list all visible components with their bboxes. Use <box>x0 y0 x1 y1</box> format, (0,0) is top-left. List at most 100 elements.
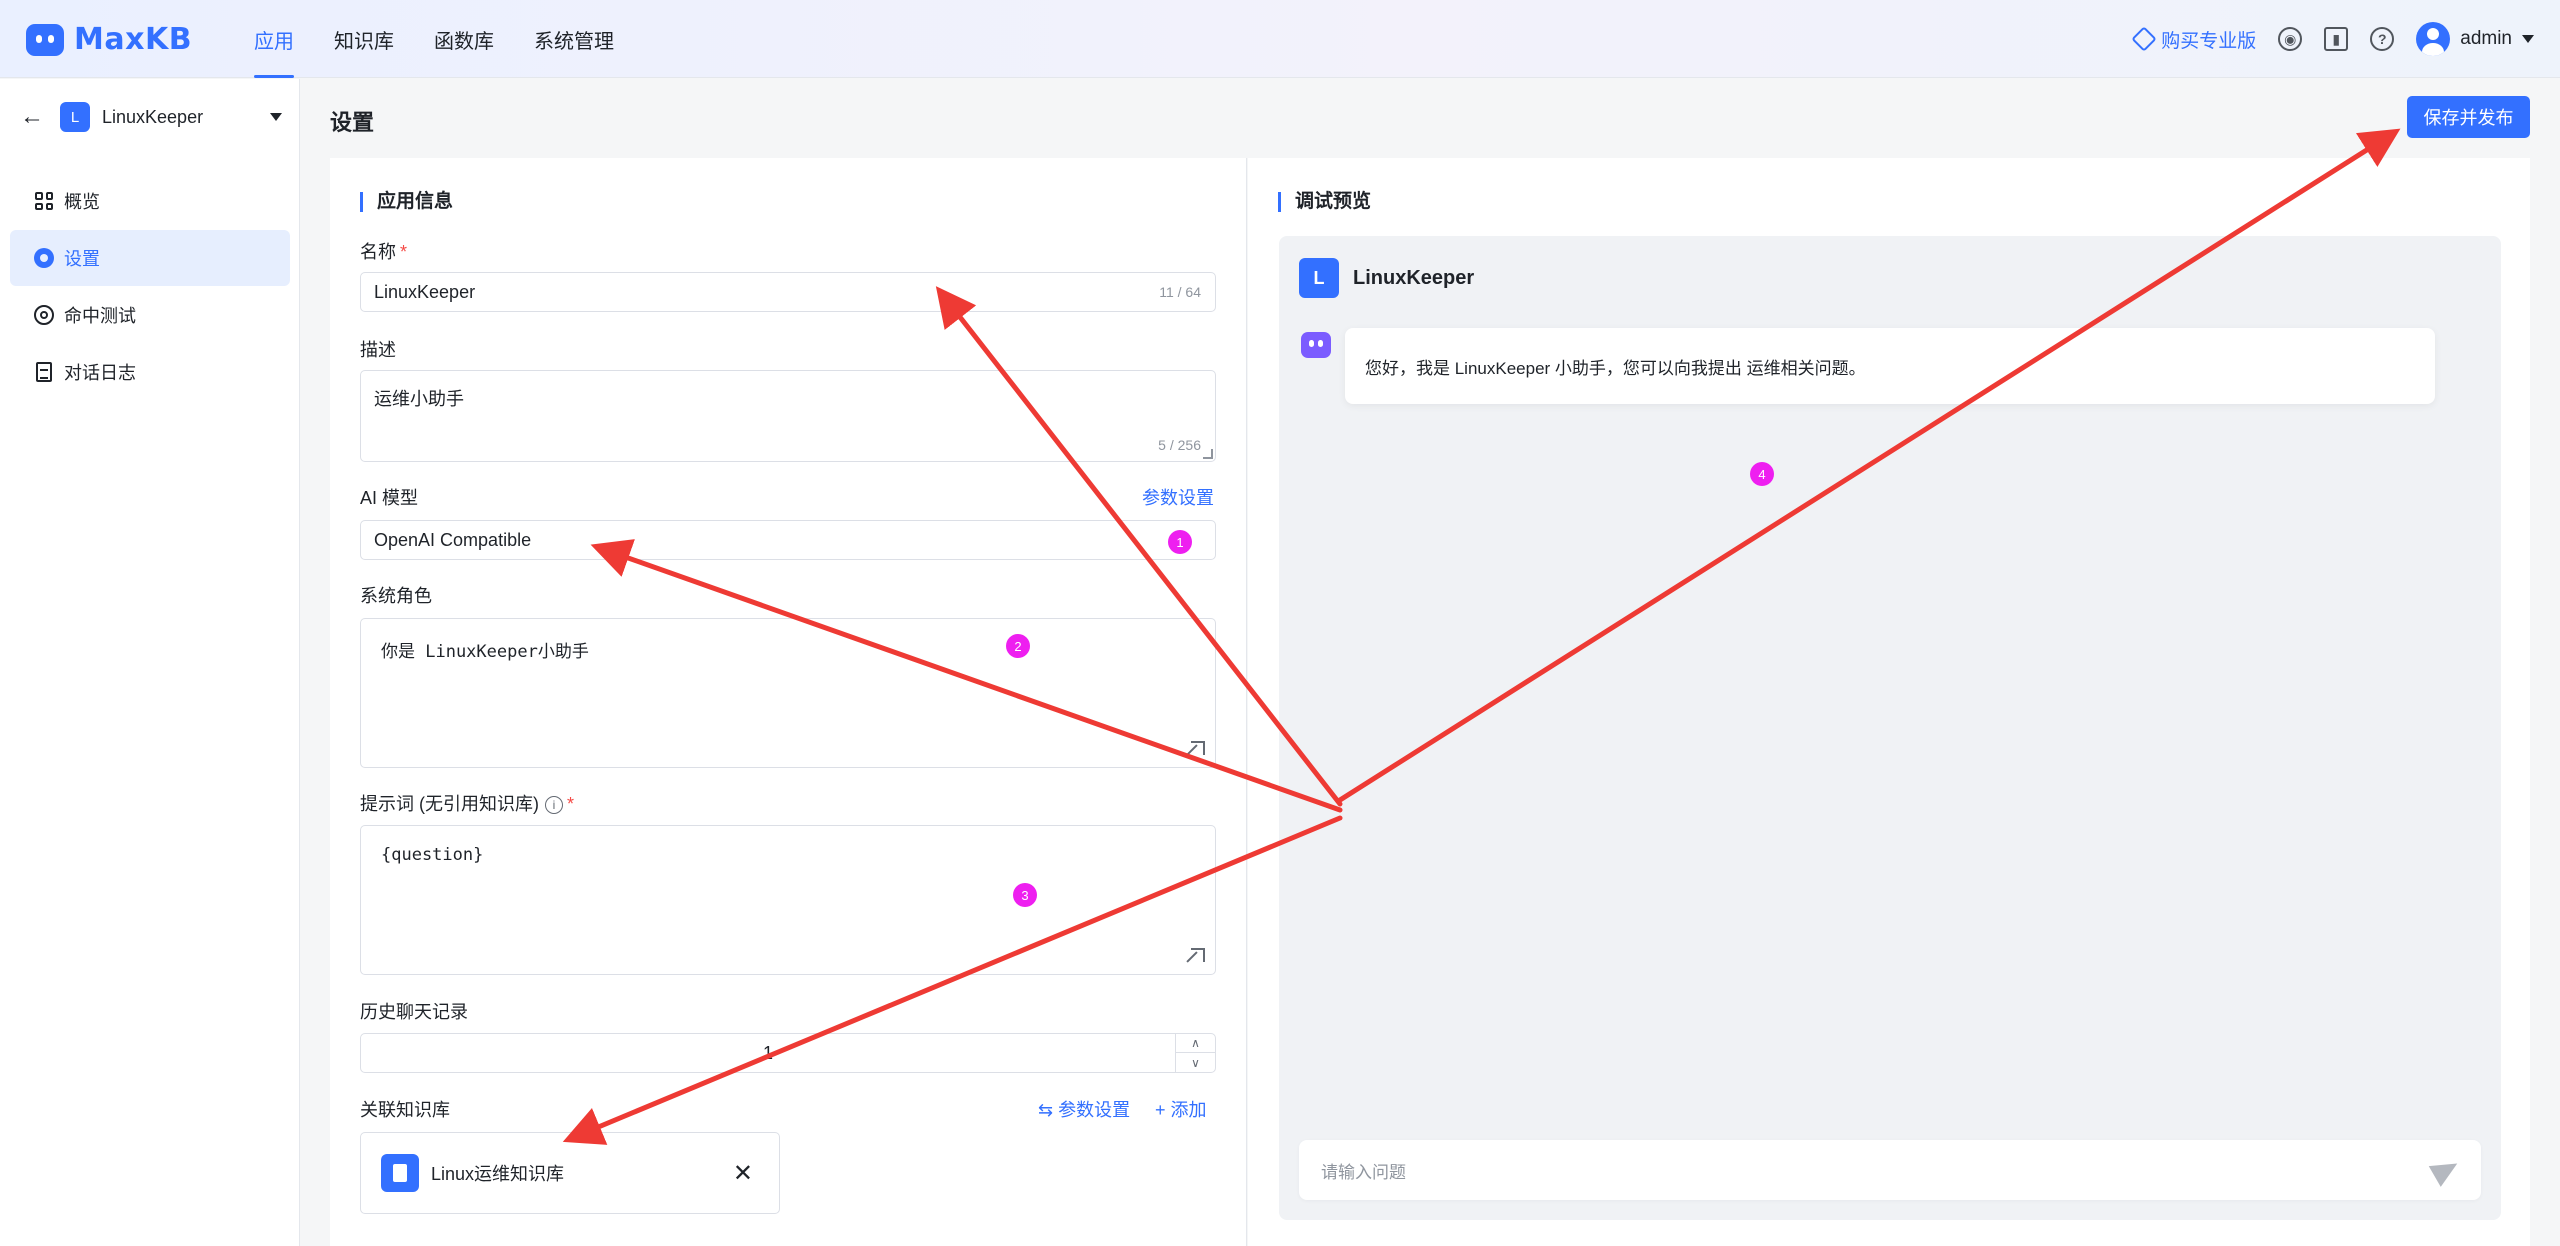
sidebar-item-settings[interactable]: 设置 <box>10 230 290 286</box>
top-header: MaxKB 应用 知识库 函数库 系统管理 购买专业版 ◉ ▮ ? admin <box>0 0 2560 78</box>
sidebar-item-chat-logs[interactable]: 对话日志 <box>10 344 290 400</box>
name-input-value: LinuxKeeper <box>374 281 476 302</box>
header-actions: 购买专业版 ◉ ▮ ? admin <box>2131 22 2534 56</box>
description-textarea[interactable]: 运维小助手 5 / 256 <box>360 370 1216 462</box>
sidebar: ← L LinuxKeeper 概览 设置 命中测试 对话日志 <box>0 79 300 1246</box>
history-label: 历史聊天记录 <box>360 1002 468 1022</box>
docs-book-icon[interactable]: ▮ <box>2324 27 2349 51</box>
kb-item-name: Linux运维知识库 <box>431 1164 565 1184</box>
bot-greeting-text: 您好，我是 LinuxKeeper 小助手，您可以向我提出 运维相关问题。 <box>1365 358 1866 378</box>
nav-item-apps[interactable]: 应用 <box>234 0 314 78</box>
description-value: 运维小助手 <box>374 389 464 409</box>
app-avatar: L <box>1299 258 1339 298</box>
app-name: LinuxKeeper <box>102 106 204 127</box>
history-value: 1 <box>762 1042 773 1063</box>
chat-area: L LinuxKeeper 您好，我是 LinuxKeeper 小助手，您可以向… <box>1279 236 2501 1220</box>
caret-down-icon[interactable] <box>270 113 282 121</box>
section-title-preview: 调试预览 <box>1278 192 1371 212</box>
chat-input[interactable]: 请输入问题 <box>1299 1140 2481 1200</box>
help-icon[interactable]: ? <box>2370 27 2395 51</box>
sidebar-item-hit-test[interactable]: 命中测试 <box>10 287 290 343</box>
page-title: 设置 <box>330 110 375 135</box>
user-menu[interactable]: admin <box>2416 22 2534 56</box>
prompt-value: {question} <box>381 845 484 865</box>
system-role-value: 你是 LinuxKeeper小助手 <box>381 642 589 662</box>
kb-label: 关联知识库 <box>360 1100 450 1120</box>
prompt-editor[interactable]: {question} <box>360 825 1216 975</box>
sidebar-item-label: 概览 <box>64 192 100 212</box>
name-label: 名称 * <box>360 238 407 264</box>
annotation-badge-3: 3 <box>1013 883 1037 907</box>
chat-header: L LinuxKeeper <box>1299 258 1474 298</box>
app-avatar: L <box>60 102 90 132</box>
document-icon <box>34 362 54 382</box>
nav-item-knowledge[interactable]: 知识库 <box>314 0 414 78</box>
github-icon[interactable]: ◉ <box>2278 27 2303 51</box>
name-counter: 11 / 64 <box>1159 284 1201 300</box>
sidebar-item-label: 对话日志 <box>64 363 136 383</box>
grid-icon <box>34 191 54 211</box>
app-root: MaxKB 应用 知识库 函数库 系统管理 购买专业版 ◉ ▮ ? admin … <box>0 0 2560 1246</box>
description-counter: 5 / 256 <box>1158 437 1201 453</box>
diamond-icon <box>2131 26 2157 52</box>
name-input[interactable]: LinuxKeeper 11 / 64 <box>360 272 1216 312</box>
target-icon <box>34 305 54 325</box>
model-label: AI 模型 <box>360 488 419 508</box>
nav-item-functions[interactable]: 函数库 <box>414 0 514 78</box>
app-info-panel: 应用信息 名称 * LinuxKeeper 11 / 64 描述 运维小助手 5 … <box>330 158 1247 1246</box>
annotation-badge-2: 2 <box>1006 634 1030 658</box>
chat-input-placeholder: 请输入问题 <box>1321 1162 1406 1182</box>
chat-app-name: LinuxKeeper <box>1353 266 1475 289</box>
bot-greeting-bubble: 您好，我是 LinuxKeeper 小助手，您可以向我提出 运维相关问题。 <box>1345 328 2435 404</box>
section-title-app-info: 应用信息 <box>360 192 453 212</box>
kb-add-link[interactable]: + 添加 <box>1155 1096 1207 1122</box>
annotation-badge-4: 4 <box>1750 462 1774 486</box>
caret-down-icon <box>2522 35 2534 43</box>
system-role-editor[interactable]: 你是 LinuxKeeper小助手 <box>360 618 1216 768</box>
sidebar-item-label: 设置 <box>64 249 100 269</box>
model-select[interactable]: OpenAI Compatible <box>360 520 1216 560</box>
buy-pro-label: 购买专业版 <box>2161 30 2257 52</box>
user-name: admin <box>2460 28 2512 49</box>
save-publish-button[interactable]: 保存并发布 <box>2407 96 2530 138</box>
maxkb-logo-icon <box>26 23 64 56</box>
sidebar-item-overview[interactable]: 概览 <box>10 173 290 229</box>
name-label-text: 名称 <box>360 242 396 262</box>
history-number-input[interactable]: 1 ∧ ∨ <box>360 1033 1216 1073</box>
sidebar-item-label: 命中测试 <box>64 306 136 326</box>
nav-item-system[interactable]: 系统管理 <box>514 0 634 78</box>
info-icon[interactable]: i <box>545 796 563 815</box>
buy-pro-link[interactable]: 购买专业版 <box>2131 26 2257 53</box>
model-params-link[interactable]: 参数设置 <box>1142 484 1214 510</box>
required-mark: * <box>567 794 575 814</box>
bot-avatar-icon <box>1301 332 1331 358</box>
sidebar-menu: 概览 设置 命中测试 对话日志 <box>10 173 290 401</box>
desc-label: 描述 <box>360 340 396 360</box>
app-switcher[interactable]: ← L LinuxKeeper <box>20 97 282 137</box>
logo[interactable]: MaxKB <box>26 22 192 57</box>
prompt-label-text: 提示词 (无引用知识库) <box>360 794 539 814</box>
role-label: 系统角色 <box>360 586 432 606</box>
kb-params-label: 参数设置 <box>1058 1100 1131 1120</box>
stepper-up-icon[interactable]: ∧ <box>1176 1034 1215 1053</box>
kb-item-card[interactable]: Linux运维知识库 ✕ <box>360 1132 780 1214</box>
model-select-value: OpenAI Compatible <box>374 529 532 550</box>
close-icon[interactable]: ✕ <box>733 1159 753 1188</box>
main-nav: 应用 知识库 函数库 系统管理 <box>234 0 634 78</box>
expand-icon[interactable] <box>1191 948 1205 962</box>
kb-params-link[interactable]: ⇆ 参数设置 <box>1038 1096 1130 1122</box>
logo-text: MaxKB <box>74 22 193 57</box>
send-icon[interactable] <box>2428 1153 2464 1187</box>
history-stepper: ∧ ∨ <box>1175 1034 1215 1072</box>
debug-preview-panel: 调试预览 L LinuxKeeper 您好，我是 LinuxKeeper 小助手… <box>1248 158 2530 1246</box>
expand-icon[interactable] <box>1191 741 1205 755</box>
stepper-down-icon[interactable]: ∨ <box>1176 1053 1215 1072</box>
kb-add-label: 添加 <box>1170 1100 1207 1120</box>
sliders-icon: ⇆ <box>1038 1100 1059 1120</box>
resize-handle-icon[interactable] <box>1203 449 1213 459</box>
annotation-badge-1: 1 <box>1168 530 1192 554</box>
prompt-label: 提示词 (无引用知识库) i * <box>360 790 574 816</box>
plus-icon: + <box>1155 1100 1171 1120</box>
required-mark: * <box>400 242 408 262</box>
back-arrow-icon[interactable]: ← <box>20 103 44 131</box>
